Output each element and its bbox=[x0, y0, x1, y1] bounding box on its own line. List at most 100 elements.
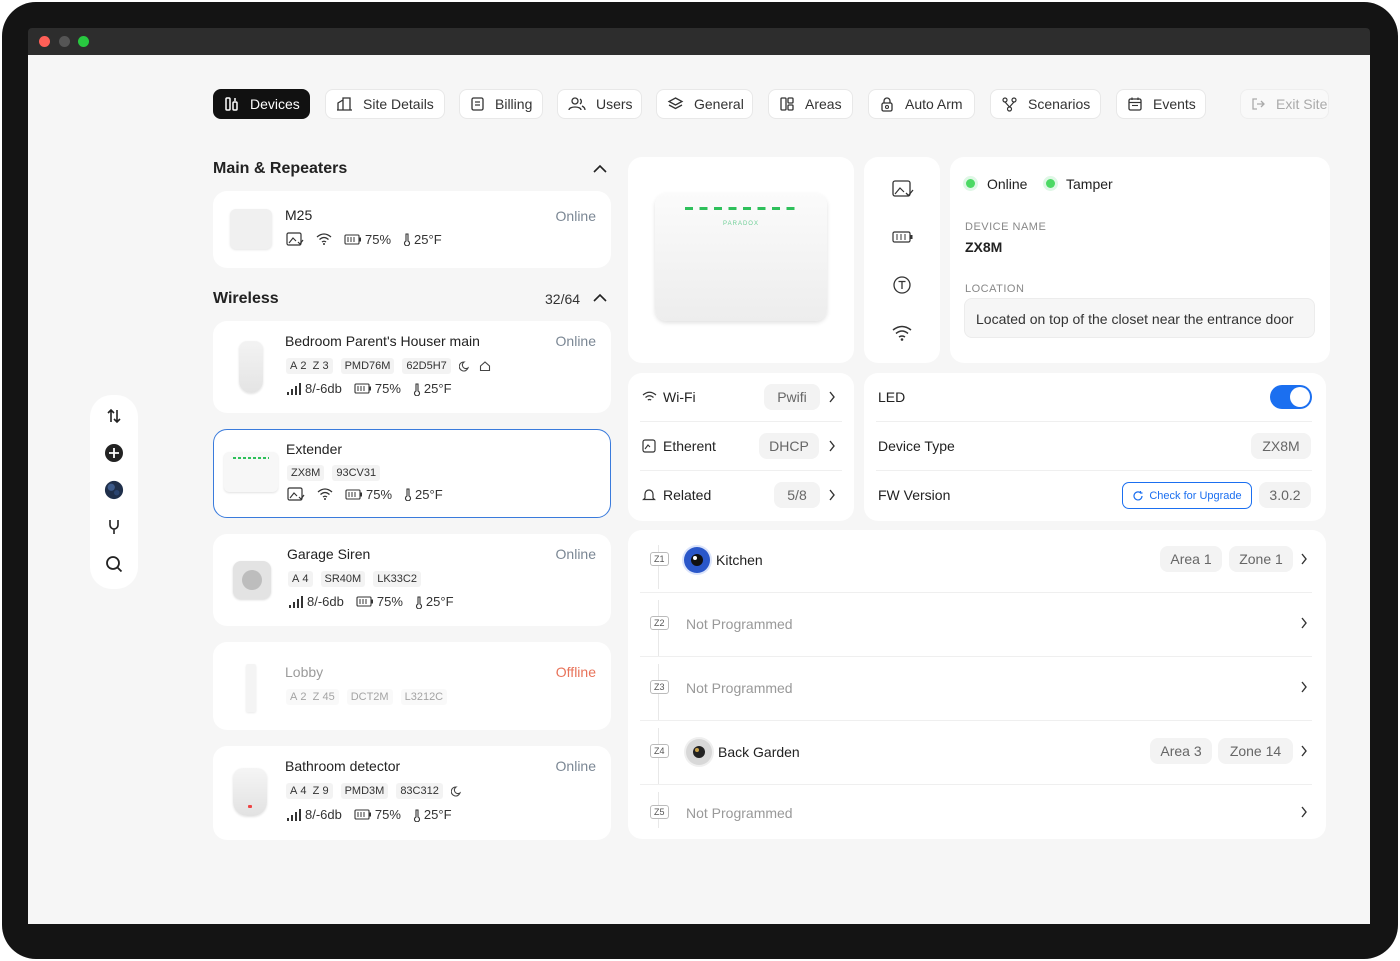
battery-icon bbox=[892, 231, 913, 243]
tab-site-details[interactable]: Site Details bbox=[325, 89, 445, 119]
tab-billing-label: Billing bbox=[495, 96, 533, 112]
section-title-wireless: Wireless bbox=[213, 290, 279, 307]
chevron-right-icon bbox=[829, 440, 835, 452]
moon-icon bbox=[458, 361, 469, 372]
online-status-label: Online bbox=[987, 176, 1028, 192]
tab-general[interactable]: General bbox=[656, 89, 753, 119]
door-contact-thumbnail bbox=[246, 664, 256, 712]
device-tags: A 4 Z 9 PMD3M 83C312 bbox=[286, 783, 463, 799]
led-toggle[interactable] bbox=[1270, 385, 1312, 409]
signal-icon bbox=[287, 808, 301, 821]
app-screen: Devices Site Details Billing Users Gener… bbox=[28, 55, 1370, 924]
device-tags: ZX8M 93CV31 bbox=[287, 465, 381, 481]
tamper-status-dot bbox=[1046, 179, 1055, 188]
location-label: LOCATION bbox=[965, 283, 1025, 295]
tab-users[interactable]: Users bbox=[557, 89, 642, 119]
users-icon bbox=[568, 97, 586, 111]
extender-thumbnail bbox=[224, 452, 278, 492]
maximize-window-button[interactable] bbox=[78, 36, 89, 47]
globe-icon bbox=[104, 480, 124, 500]
device-type-label: Device Type bbox=[878, 438, 955, 454]
signal-icon bbox=[289, 595, 303, 608]
devices-icon bbox=[225, 97, 238, 111]
minimize-window-button[interactable] bbox=[59, 36, 70, 47]
signal-value: 8/-6db bbox=[305, 381, 342, 396]
tools-tool-button[interactable] bbox=[104, 517, 124, 537]
tab-auto-arm[interactable]: Auto Arm bbox=[868, 89, 975, 119]
tab-events[interactable]: Events bbox=[1116, 89, 1206, 119]
device-card-garage-siren[interactable]: Garage Siren Online A 4 SR40M LK33C2 8/-… bbox=[213, 534, 611, 626]
zone-name: Not Programmed bbox=[686, 805, 793, 821]
device-card-extender[interactable]: Extender ZX8M 93CV31 75% 25°F bbox=[213, 429, 611, 518]
device-card-bathroom[interactable]: Bathroom detector Online A 4 Z 9 PMD3M 8… bbox=[213, 746, 611, 840]
thermometer-icon bbox=[404, 233, 411, 246]
battery-value: 75% bbox=[365, 231, 392, 247]
device-name: Lobby bbox=[285, 664, 324, 680]
battery-value: 75% bbox=[366, 486, 393, 502]
connectivity-panel: Wi-Fi Pwifi Etherent DHCP Related 5/8 bbox=[628, 373, 854, 521]
device-card-lobby[interactable]: Lobby Offline A 2 Z 45 DCT2M L3212C bbox=[213, 642, 611, 730]
zone-area: Area 1 bbox=[1160, 546, 1222, 572]
device-name: Extender bbox=[286, 441, 343, 457]
temperature-value: 25°F bbox=[415, 486, 443, 502]
exit-site-button[interactable]: Exit Site bbox=[1240, 89, 1329, 119]
battery-value: 75% bbox=[374, 807, 401, 822]
exit-site-label: Exit Site bbox=[1276, 96, 1328, 112]
device-name-label: DEVICE NAME bbox=[965, 221, 1047, 233]
device-card-bedroom[interactable]: Bedroom Parent's Houser main Online A 2 … bbox=[213, 321, 611, 413]
swap-tool-button[interactable] bbox=[104, 406, 124, 426]
grid-icon bbox=[780, 97, 794, 111]
add-tool-button[interactable] bbox=[104, 443, 124, 463]
building-icon bbox=[337, 97, 352, 111]
refresh-icon bbox=[1133, 490, 1143, 500]
flow-icon bbox=[1002, 97, 1017, 112]
tab-devices[interactable]: Devices bbox=[213, 89, 310, 119]
wifi-label: Wi-Fi bbox=[663, 389, 696, 405]
device-metrics: 75% 25°F bbox=[287, 486, 443, 502]
chevron-right-icon bbox=[1301, 806, 1307, 818]
device-card-m25[interactable]: M25 Online 75% 25°F bbox=[213, 191, 611, 268]
tamper-icon bbox=[893, 276, 911, 294]
image-check-icon bbox=[286, 231, 304, 247]
device-status: Online bbox=[555, 208, 596, 224]
settings-panel: LED Device Type ZX8M FW Version Check fo… bbox=[864, 373, 1326, 521]
wifi-icon bbox=[317, 488, 333, 500]
device-name: M25 bbox=[285, 207, 313, 223]
device-metrics: 75% 25°F bbox=[286, 231, 442, 247]
battery-icon bbox=[356, 596, 373, 607]
swap-arrows-icon bbox=[107, 408, 121, 424]
check-upgrade-button[interactable]: Check for Upgrade bbox=[1122, 482, 1252, 509]
zone-name: Back Garden bbox=[718, 744, 800, 760]
device-status: Online bbox=[555, 758, 596, 774]
zone-badge: Z3 bbox=[650, 680, 669, 694]
tab-billing[interactable]: Billing bbox=[459, 89, 543, 119]
tamper-status-label: Tamper bbox=[1066, 176, 1113, 192]
search-tool-button[interactable] bbox=[104, 554, 124, 574]
tab-devices-label: Devices bbox=[250, 96, 300, 112]
zones-panel: Z1 Kitchen Area 1 Zone 1 Z2 Not Programm… bbox=[628, 530, 1326, 839]
globe-tool-button[interactable] bbox=[104, 480, 124, 500]
led-label: LED bbox=[878, 389, 906, 405]
location-input[interactable]: Located on top of the closet near the en… bbox=[964, 298, 1315, 338]
device-metrics: 8/-6db 75% 25°F bbox=[288, 594, 454, 609]
ethernet-value: DHCP bbox=[759, 433, 819, 459]
collapse-main-chevron-icon[interactable] bbox=[592, 164, 608, 174]
device-tags: A 2 Z 45 DCT2M L3212C bbox=[286, 689, 448, 705]
close-window-button[interactable] bbox=[39, 36, 50, 47]
fw-version-value: 3.0.2 bbox=[1259, 482, 1311, 508]
signal-value: 8/-6db bbox=[307, 594, 344, 609]
collapse-wireless-chevron-icon[interactable] bbox=[592, 293, 608, 303]
chevron-right-icon bbox=[1301, 745, 1307, 757]
image-check-icon bbox=[892, 180, 914, 197]
tab-events-label: Events bbox=[1153, 96, 1196, 112]
signal-icon bbox=[287, 382, 301, 395]
wifi-icon bbox=[316, 233, 332, 245]
tab-scenarios[interactable]: Scenarios bbox=[990, 89, 1101, 119]
chevron-right-icon bbox=[1301, 681, 1307, 693]
image-check-icon bbox=[287, 486, 305, 502]
chevron-right-icon bbox=[1301, 553, 1307, 565]
ethernet-label: Etherent bbox=[663, 438, 716, 454]
tab-areas[interactable]: Areas bbox=[768, 89, 853, 119]
check-upgrade-label: Check for Upgrade bbox=[1149, 489, 1242, 502]
temperature-value: 25°F bbox=[425, 594, 454, 609]
